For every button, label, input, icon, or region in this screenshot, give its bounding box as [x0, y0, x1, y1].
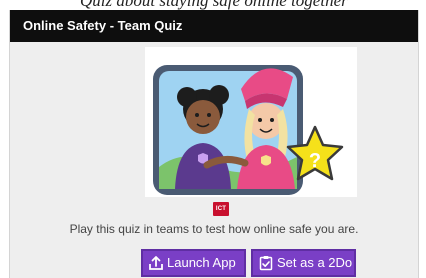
set-as-2do-button[interactable]: Set as a 2Do — [251, 249, 356, 277]
activity-card: Online Safety - Team Quiz ? ICT Play thi… — [9, 10, 419, 278]
cropped-heading: Quiz about staying safe online together — [80, 0, 348, 10]
cropped-page-text: Quiz about staying safe online together — [0, 0, 426, 10]
card-header: Online Safety - Team Quiz — [10, 10, 418, 42]
activity-description: Play this quiz in teams to test how onli… — [69, 222, 359, 236]
svg-text:?: ? — [309, 150, 321, 172]
launch-icon — [149, 256, 163, 270]
friends-with-star-illustration: ? — [153, 65, 344, 195]
set-as-2do-label: Set as a 2Do — [277, 255, 353, 270]
activity-thumbnail[interactable]: ? — [145, 47, 357, 197]
checklist-icon — [259, 256, 273, 271]
ict-subject-badge: ICT — [213, 202, 229, 216]
launch-app-label: Launch App — [167, 255, 236, 270]
activity-title: Online Safety - Team Quiz — [23, 18, 183, 33]
launch-app-button[interactable]: Launch App — [141, 249, 246, 277]
